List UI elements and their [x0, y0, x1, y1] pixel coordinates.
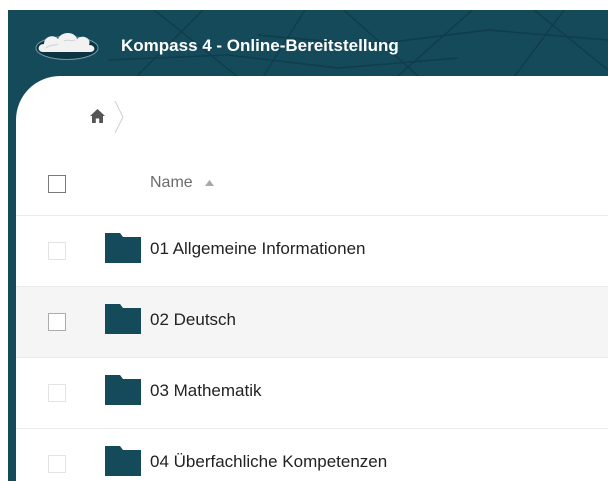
cloud-logo-icon[interactable]	[34, 27, 100, 61]
row-label: 02 Deutsch	[150, 310, 236, 329]
table-row[interactable]: 04 Überfachliche Kompetenzen	[16, 429, 608, 481]
folder-icon	[105, 304, 141, 334]
app-title: Kompass 4 - Online-Bereitstellung	[121, 36, 399, 55]
column-name-label: Name	[150, 174, 193, 191]
select-all-checkbox[interactable]	[48, 175, 66, 193]
file-list-header: Name	[16, 152, 608, 216]
column-name-sort[interactable]: Name	[150, 174, 215, 192]
home-icon[interactable]	[90, 109, 105, 123]
row-label: 04 Überfachliche Kompetenzen	[150, 452, 388, 471]
folder-icon	[105, 446, 141, 476]
folder-icon	[105, 233, 141, 263]
table-row[interactable]: 01 Allgemeine Informationen	[16, 216, 608, 287]
row-label: 01 Allgemeine Informationen	[150, 239, 366, 258]
row-label: 03 Mathematik	[150, 381, 262, 400]
app-header: Kompass 4 - Online-Bereitstellung	[8, 10, 608, 80]
row-checkbox[interactable]	[48, 455, 66, 473]
row-checkbox[interactable]	[48, 384, 66, 402]
table-row[interactable]: 03 Mathematik	[16, 358, 608, 429]
row-checkbox[interactable]	[48, 242, 66, 260]
sort-up-icon	[205, 179, 215, 186]
file-browser: Name 01 Allgemeine Informationen 02 Deut…	[16, 76, 608, 481]
chevron-right-icon	[114, 100, 124, 134]
row-checkbox[interactable]	[48, 313, 66, 331]
table-row[interactable]: 02 Deutsch	[16, 287, 608, 358]
folder-icon	[105, 375, 141, 405]
app-window: Kompass 4 - Online-Bereitstellung Name 0…	[8, 10, 608, 481]
